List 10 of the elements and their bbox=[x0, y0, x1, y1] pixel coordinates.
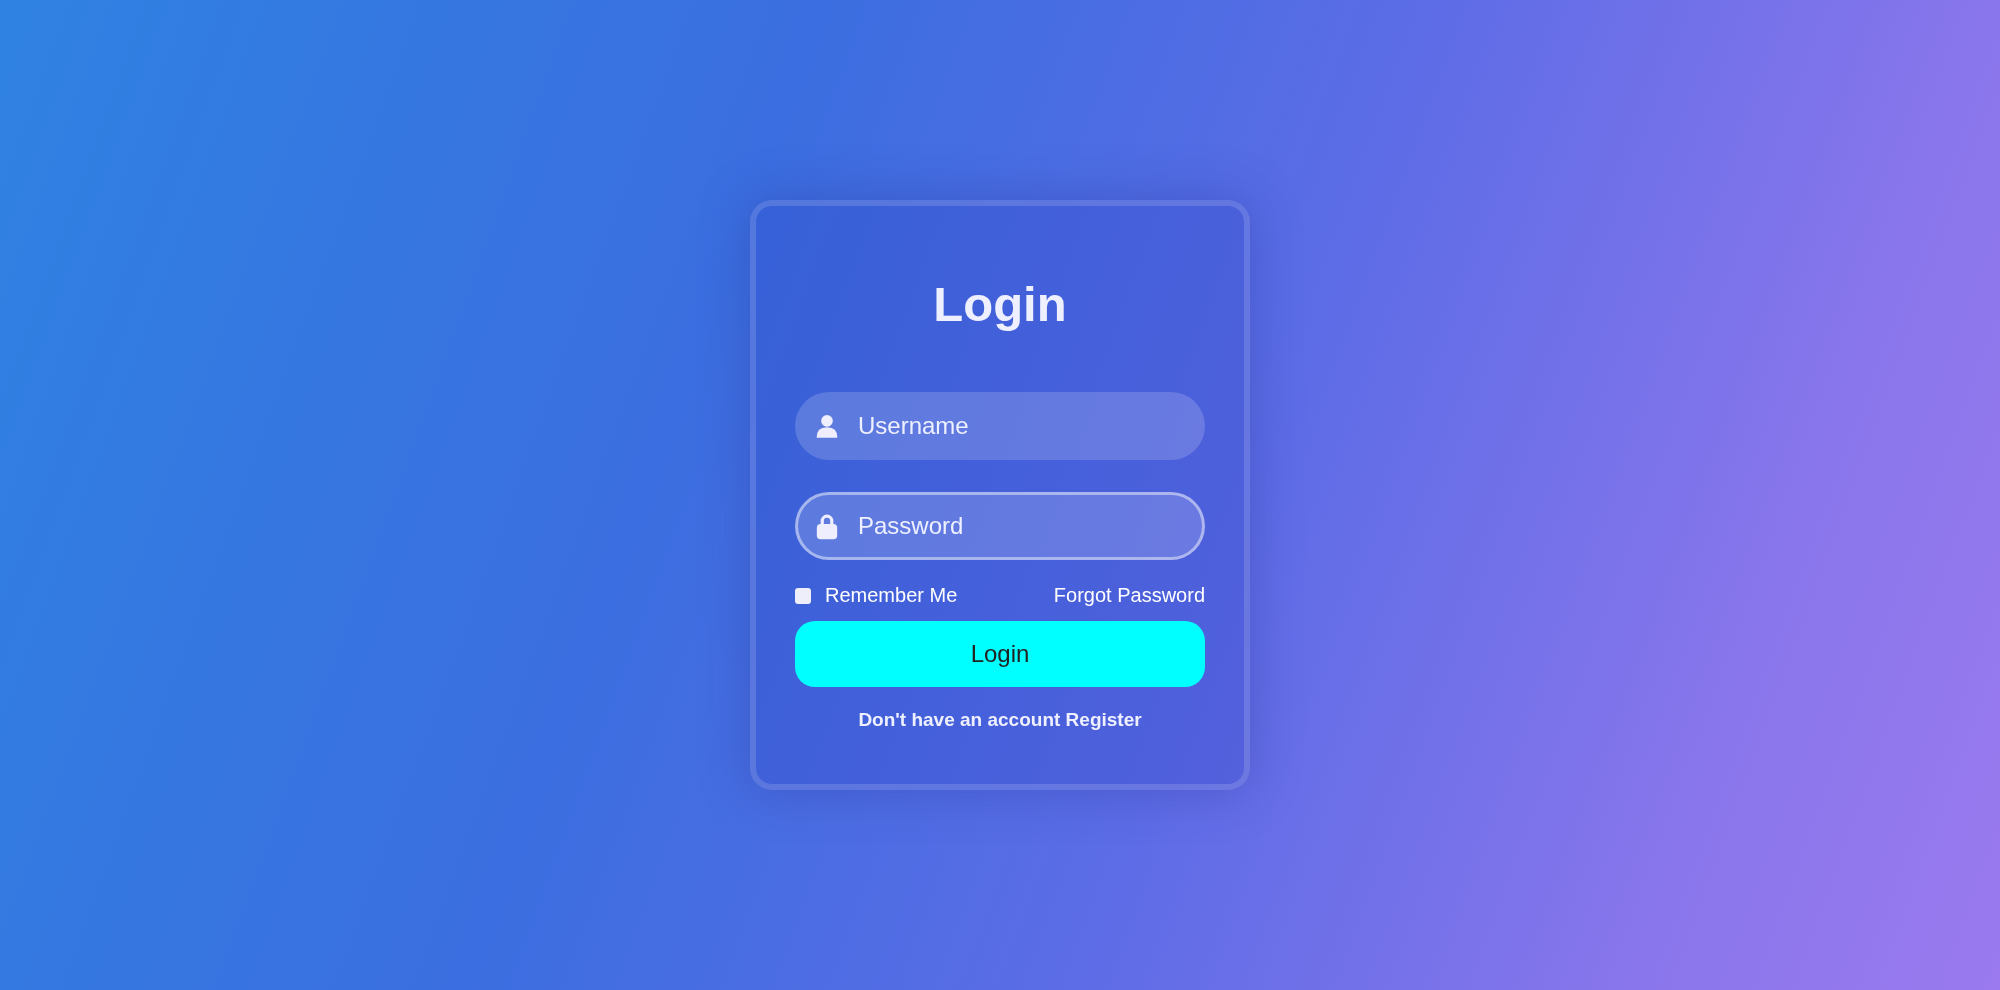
register-link[interactable]: Register bbox=[1065, 709, 1142, 730]
login-title: Login bbox=[932, 276, 1068, 333]
register-prompt: Don't have an account Register bbox=[857, 709, 1143, 731]
login-button[interactable]: Login bbox=[795, 621, 1205, 687]
lock-icon bbox=[814, 512, 840, 540]
user-icon bbox=[814, 412, 840, 440]
forgot-password-link[interactable]: Forgot Password bbox=[1053, 584, 1205, 607]
remember-label: Remember Me bbox=[825, 584, 958, 607]
remember-checkbox[interactable] bbox=[795, 587, 811, 604]
input-field[interactable]: Password bbox=[795, 492, 1205, 560]
